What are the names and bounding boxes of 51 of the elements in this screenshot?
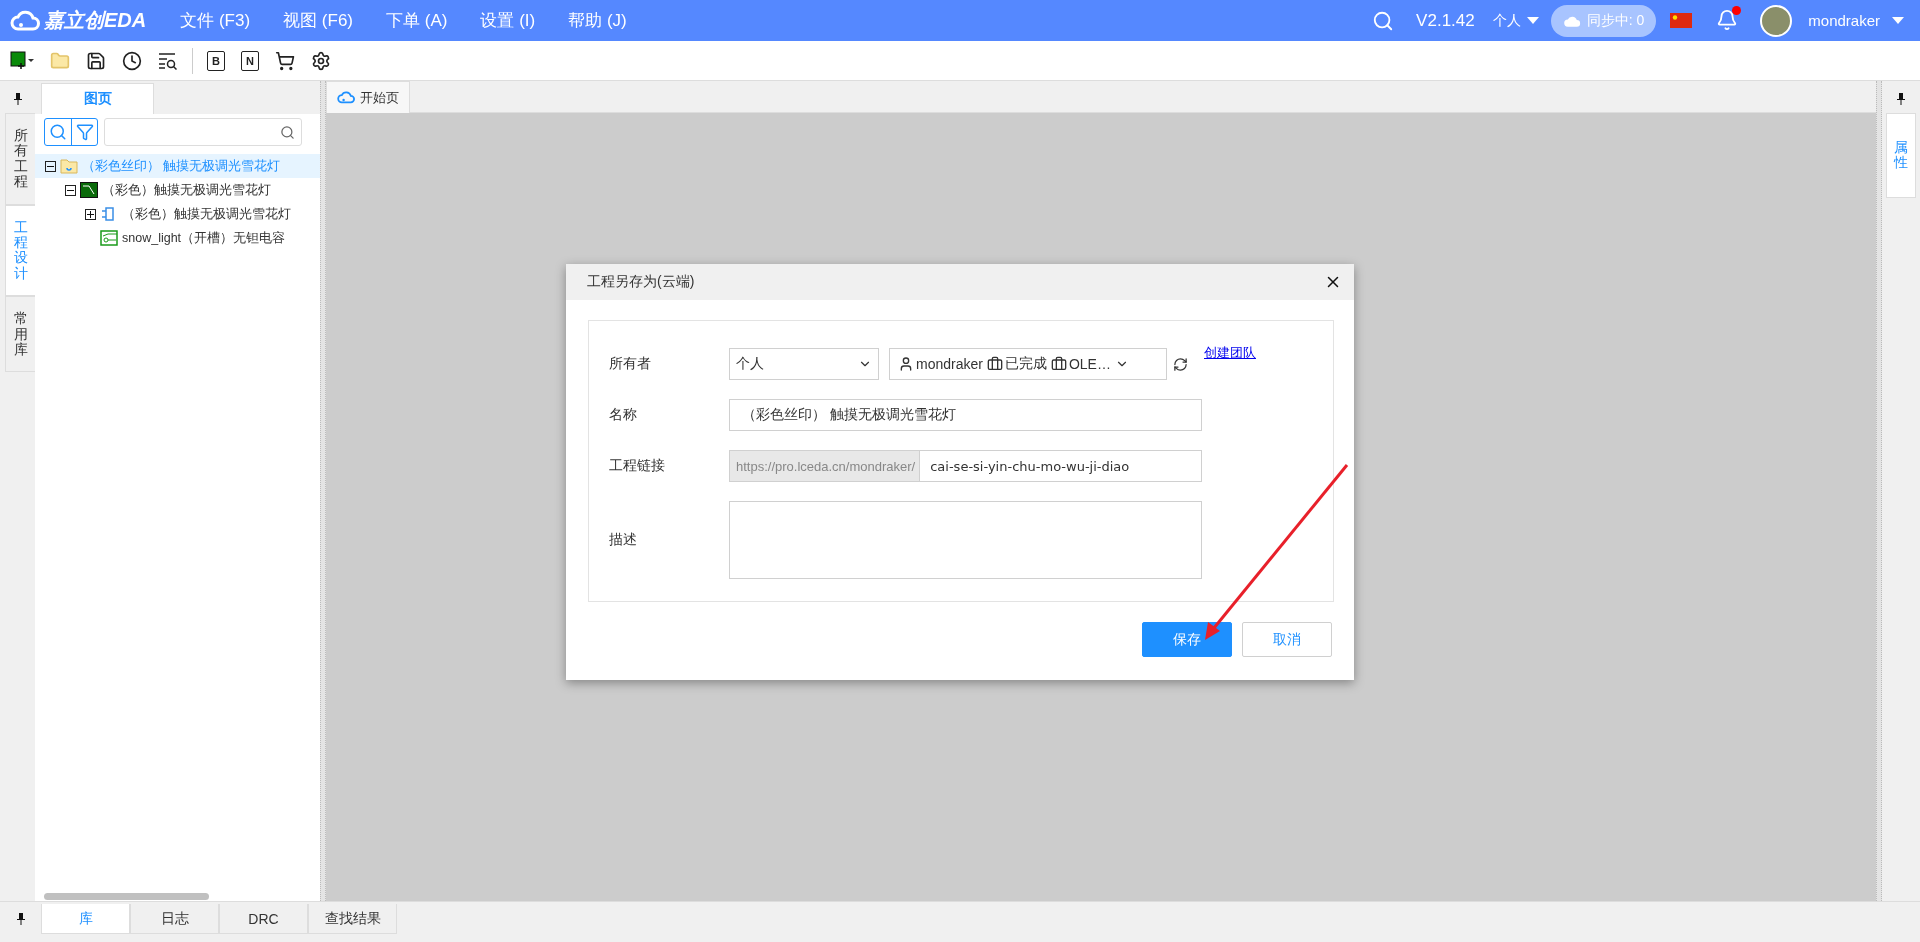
document-tab[interactable]: 开始页 [326,81,410,113]
description-field[interactable] [729,501,1202,579]
tree-label: （彩色）触摸无极调光雪花灯 [102,181,271,199]
caret-icon [1892,17,1904,24]
tree-item[interactable]: （彩色）触摸无极调光雪花灯 [35,178,320,202]
folder-icon [60,158,78,174]
tree-label: snow_light（开槽）无钽电容 [122,229,286,247]
version-label: V2.1.42 [1416,10,1475,31]
field-label: 工程链接 [609,457,666,475]
pin-icon[interactable] [1897,93,1905,105]
board-icon [80,182,98,198]
search-icon [280,124,295,140]
user-icon [898,356,914,372]
collapse-icon[interactable] [45,160,56,172]
field-label: 描述 [609,531,638,549]
letter-icon[interactable]: N [239,48,261,73]
tree-label: （彩色）触摸无极调光雪花灯 [122,205,291,223]
side-tab[interactable]: 常用库 [5,296,35,373]
pin-icon[interactable] [16,913,25,925]
caret-icon [1526,17,1539,24]
field-label: 名称 [609,406,638,424]
side-tab[interactable]: 所有工程 [5,113,35,205]
search-field[interactable] [104,118,302,146]
team-select[interactable]: mondraker 已完成 OLE… [889,348,1167,380]
flag-icon[interactable] [1670,13,1693,28]
briefcase-icon [986,356,1003,372]
field-label: 所有者 [609,355,652,373]
name-field[interactable]: （彩色丝印） 触摸无极调光雪花灯 [729,399,1202,431]
expand-icon[interactable] [85,208,96,220]
bottom-tab[interactable]: DRC [219,904,308,934]
dialog-title: 工程另存为(云端) [587,273,695,291]
tree-item[interactable]: snow_light（开槽）无钽电容 [35,226,320,250]
create-team-link[interactable]: 创建团队 [1204,344,1256,362]
scrollbar-thumb[interactable] [44,892,209,900]
collapse-icon[interactable] [65,184,76,196]
bottom-tab[interactable]: 查找结果 [308,904,397,934]
cloud-icon [10,10,40,31]
link-field[interactable]: https://pro.lceda.cn/mondraker/ cai-se-si-yin-chu-mo-wu-ji-diao [729,450,1202,482]
cloud-icon [337,91,355,104]
tree-label: （彩色丝印） 触摸无极调光雪花灯 [82,157,281,175]
pin-icon[interactable] [13,93,22,105]
owner-select[interactable]: 个人 [729,348,879,380]
avatar[interactable] [1760,4,1793,37]
app-logo: 嘉立创EDA [44,8,147,33]
pcb-icon [100,230,118,246]
bell-icon[interactable] [1716,8,1741,33]
briefcase-icon [1050,356,1067,372]
bottom-tab[interactable]: 日志 [130,904,219,934]
tree-item[interactable]: （彩色）触摸无极调光雪花灯 [35,202,320,226]
search-icon[interactable] [1372,9,1395,32]
letter-icon[interactable]: B [205,48,227,73]
